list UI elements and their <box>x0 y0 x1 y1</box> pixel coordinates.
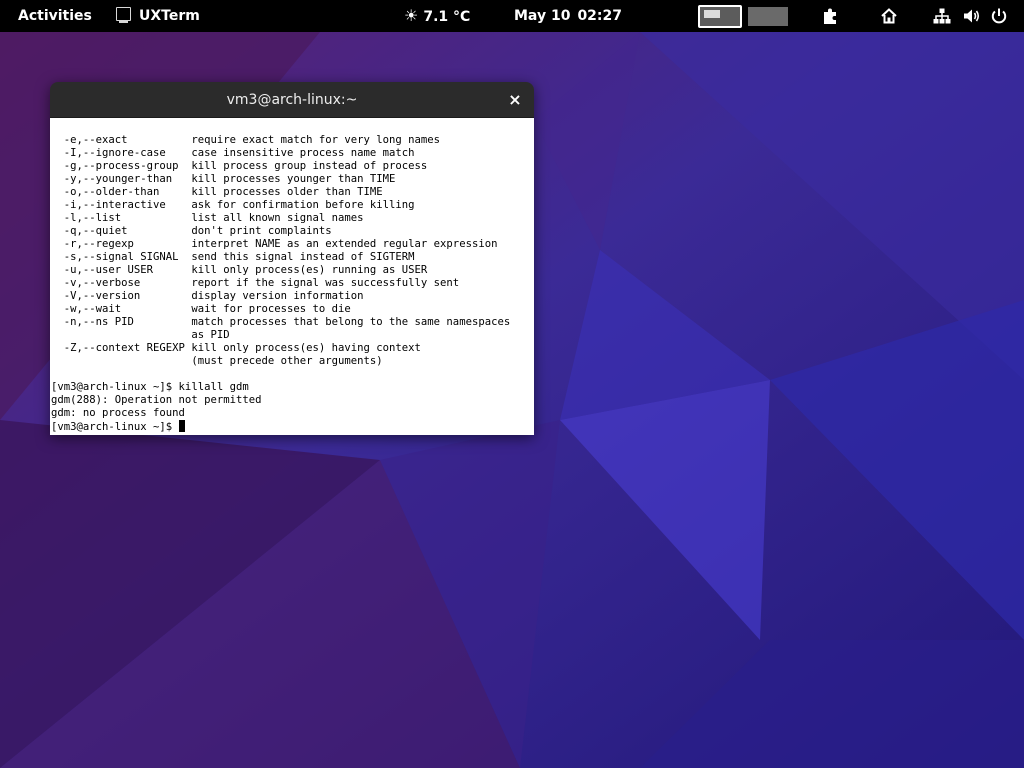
network-icon[interactable] <box>932 6 952 26</box>
app-menu-label: UXTerm <box>139 8 200 24</box>
terminal-line: gdm: no process found <box>51 407 185 419</box>
terminal-prompt-line[interactable]: [vm3@arch-linux ~]$ <box>51 420 534 433</box>
terminal-window[interactable]: vm3@arch-linux:~ × -e,--exact require ex… <box>50 82 534 435</box>
date-label: May 10 <box>514 8 571 24</box>
terminal-line: -q,--quiet don't print complaints <box>51 225 332 237</box>
text-cursor <box>178 420 185 432</box>
sun-icon: ☀ <box>404 6 419 25</box>
terminal-line: -r,--regexp interpret NAME as an extende… <box>51 238 498 250</box>
time-label: 02:27 <box>577 8 623 24</box>
terminal-output[interactable]: -e,--exact require exact match for very … <box>50 118 534 435</box>
weather-indicator[interactable]: ☀ 7.1 °C <box>404 0 470 32</box>
terminal-line: as PID <box>51 329 230 341</box>
terminal-line: -g,--process-group kill process group in… <box>51 160 428 172</box>
shell-prompt: [vm3@arch-linux ~]$ <box>51 421 179 433</box>
power-icon[interactable] <box>989 6 1009 26</box>
terminal-line: -u,--user USER kill only process(es) run… <box>51 264 428 276</box>
terminal-line: gdm(288): Operation not permitted <box>51 394 262 406</box>
terminal-line: (must precede other arguments) <box>51 355 383 367</box>
terminal-line: -i,--interactive ask for confirmation be… <box>51 199 415 211</box>
terminal-icon <box>116 7 131 23</box>
clock-button[interactable]: May 10 02:27 <box>514 0 622 32</box>
terminal-line: -I,--ignore-case case insensitive proces… <box>51 147 415 159</box>
terminal-line: -v,--verbose report if the signal was su… <box>51 277 460 289</box>
volume-icon[interactable] <box>961 6 981 26</box>
home-icon[interactable] <box>879 6 899 26</box>
temperature-label: 7.1 °C <box>423 9 471 25</box>
workspace-window-preview <box>704 10 720 18</box>
terminal-line: -y,--younger-than kill processes younger… <box>51 173 396 185</box>
workspace-1-thumbnail[interactable] <box>698 5 742 28</box>
terminal-line: [vm3@arch-linux ~]$ killall gdm <box>51 381 249 393</box>
terminal-line: -e,--exact require exact match for very … <box>51 134 441 146</box>
terminal-line: -s,--signal SIGNAL send this signal inst… <box>51 251 415 263</box>
terminal-line: -w,--wait wait for processes to die <box>51 303 351 315</box>
workspace-2-thumbnail[interactable] <box>748 7 788 26</box>
top-bar: Activities UXTerm ☀ 7.1 °C May 10 02:27 <box>0 0 1024 32</box>
terminal-line: -l,--list list all known signal names <box>51 212 364 224</box>
close-button[interactable]: × <box>504 89 526 111</box>
activities-button[interactable]: Activities <box>18 0 92 32</box>
extensions-icon[interactable] <box>820 6 840 26</box>
close-icon: × <box>508 90 522 109</box>
terminal-line: -V,--version display version information <box>51 290 364 302</box>
window-titlebar[interactable]: vm3@arch-linux:~ × <box>50 82 534 118</box>
terminal-line: -Z,--context REGEXP kill only process(es… <box>51 342 421 354</box>
desktop[interactable]: Activities UXTerm ☀7.1 °C May 10 02:27 <box>0 0 1024 768</box>
terminal-line: -n,--ns PID match processes that belong … <box>51 316 511 328</box>
terminal-line: -o,--older-than kill processes older tha… <box>51 186 383 198</box>
app-menu-button[interactable]: UXTerm <box>116 0 200 32</box>
window-title: vm3@arch-linux:~ <box>226 92 358 108</box>
